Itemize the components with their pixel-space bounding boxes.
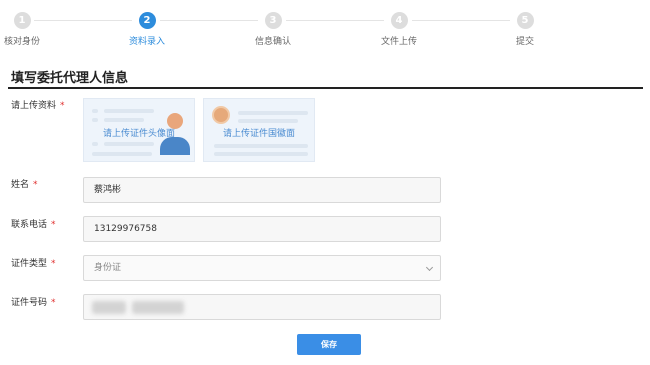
card-line [104, 109, 154, 113]
id-number-input[interactable] [83, 294, 441, 320]
step-data-entry: 2 资料录入 [107, 12, 187, 47]
phone-label-row: 联系电话 * [11, 217, 56, 230]
step-label: 文件上传 [380, 37, 417, 47]
upload-back-text: 请上传证件国徽面 [222, 129, 295, 139]
step-number: 3 [264, 12, 282, 29]
step-file-upload: 4 文件上传 [359, 12, 439, 47]
required-mark: * [51, 298, 56, 308]
step-number: 2 [138, 12, 156, 29]
card-line [92, 142, 98, 146]
required-mark: * [33, 180, 38, 190]
card-line [238, 119, 298, 123]
card-line [214, 152, 308, 156]
phone-label: 联系电话 [11, 220, 48, 230]
step-label: 资料录入 [128, 37, 165, 47]
card-line [92, 118, 98, 122]
card-line [92, 152, 152, 156]
id-type-select[interactable]: 身份证 [83, 255, 441, 281]
progress-stepper: 1 核对身份 2 资料录入 3 信息确认 4 文件上传 5 提交 [0, 12, 650, 52]
save-button[interactable]: 保存 [297, 334, 361, 355]
step-label: 核对身份 [3, 37, 40, 47]
card-line [238, 111, 308, 115]
portrait-icon [160, 137, 190, 155]
id-type-label-row: 证件类型 * [11, 256, 56, 269]
step-submit: 5 提交 [485, 12, 565, 47]
step-number: 1 [13, 12, 31, 29]
card-line [92, 109, 98, 113]
id-type-label: 证件类型 [11, 259, 48, 269]
national-emblem-icon [212, 106, 230, 124]
upload-label-row: 请上传资料 * [11, 98, 65, 111]
step-label: 信息确认 [254, 37, 291, 47]
required-mark: * [51, 259, 56, 269]
id-type-value: 身份证 [94, 263, 122, 273]
chevron-down-icon [425, 263, 434, 272]
section-title: 填写委托代理人信息 [11, 71, 129, 86]
upload-front-text: 请上传证件头像面 [102, 129, 175, 139]
name-label-row: 姓名 * [11, 177, 38, 190]
card-line [214, 144, 308, 148]
required-mark: * [60, 101, 65, 111]
step-label: 提交 [515, 37, 534, 47]
step-verify-identity: 1 核对身份 [0, 12, 62, 47]
phone-input[interactable]: 13129976758 [83, 216, 441, 242]
step-number: 4 [390, 12, 408, 29]
upload-label: 请上传资料 [11, 101, 57, 111]
name-label: 姓名 [11, 180, 30, 190]
section-divider [8, 87, 643, 89]
redaction-blur [132, 301, 184, 314]
name-input[interactable]: 蔡鸿彬 [83, 177, 441, 203]
id-number-label: 证件号码 [11, 298, 48, 308]
step-number: 5 [516, 12, 534, 29]
required-mark: * [51, 220, 56, 230]
upload-id-front-card[interactable]: 请上传证件头像面 [83, 98, 195, 162]
card-line [104, 142, 154, 146]
card-line [104, 118, 144, 122]
id-number-label-row: 证件号码 * [11, 295, 56, 308]
step-confirm-info: 3 信息确认 [233, 12, 313, 47]
redaction-blur [92, 301, 126, 314]
upload-id-back-card[interactable]: 请上传证件国徽面 [203, 98, 315, 162]
